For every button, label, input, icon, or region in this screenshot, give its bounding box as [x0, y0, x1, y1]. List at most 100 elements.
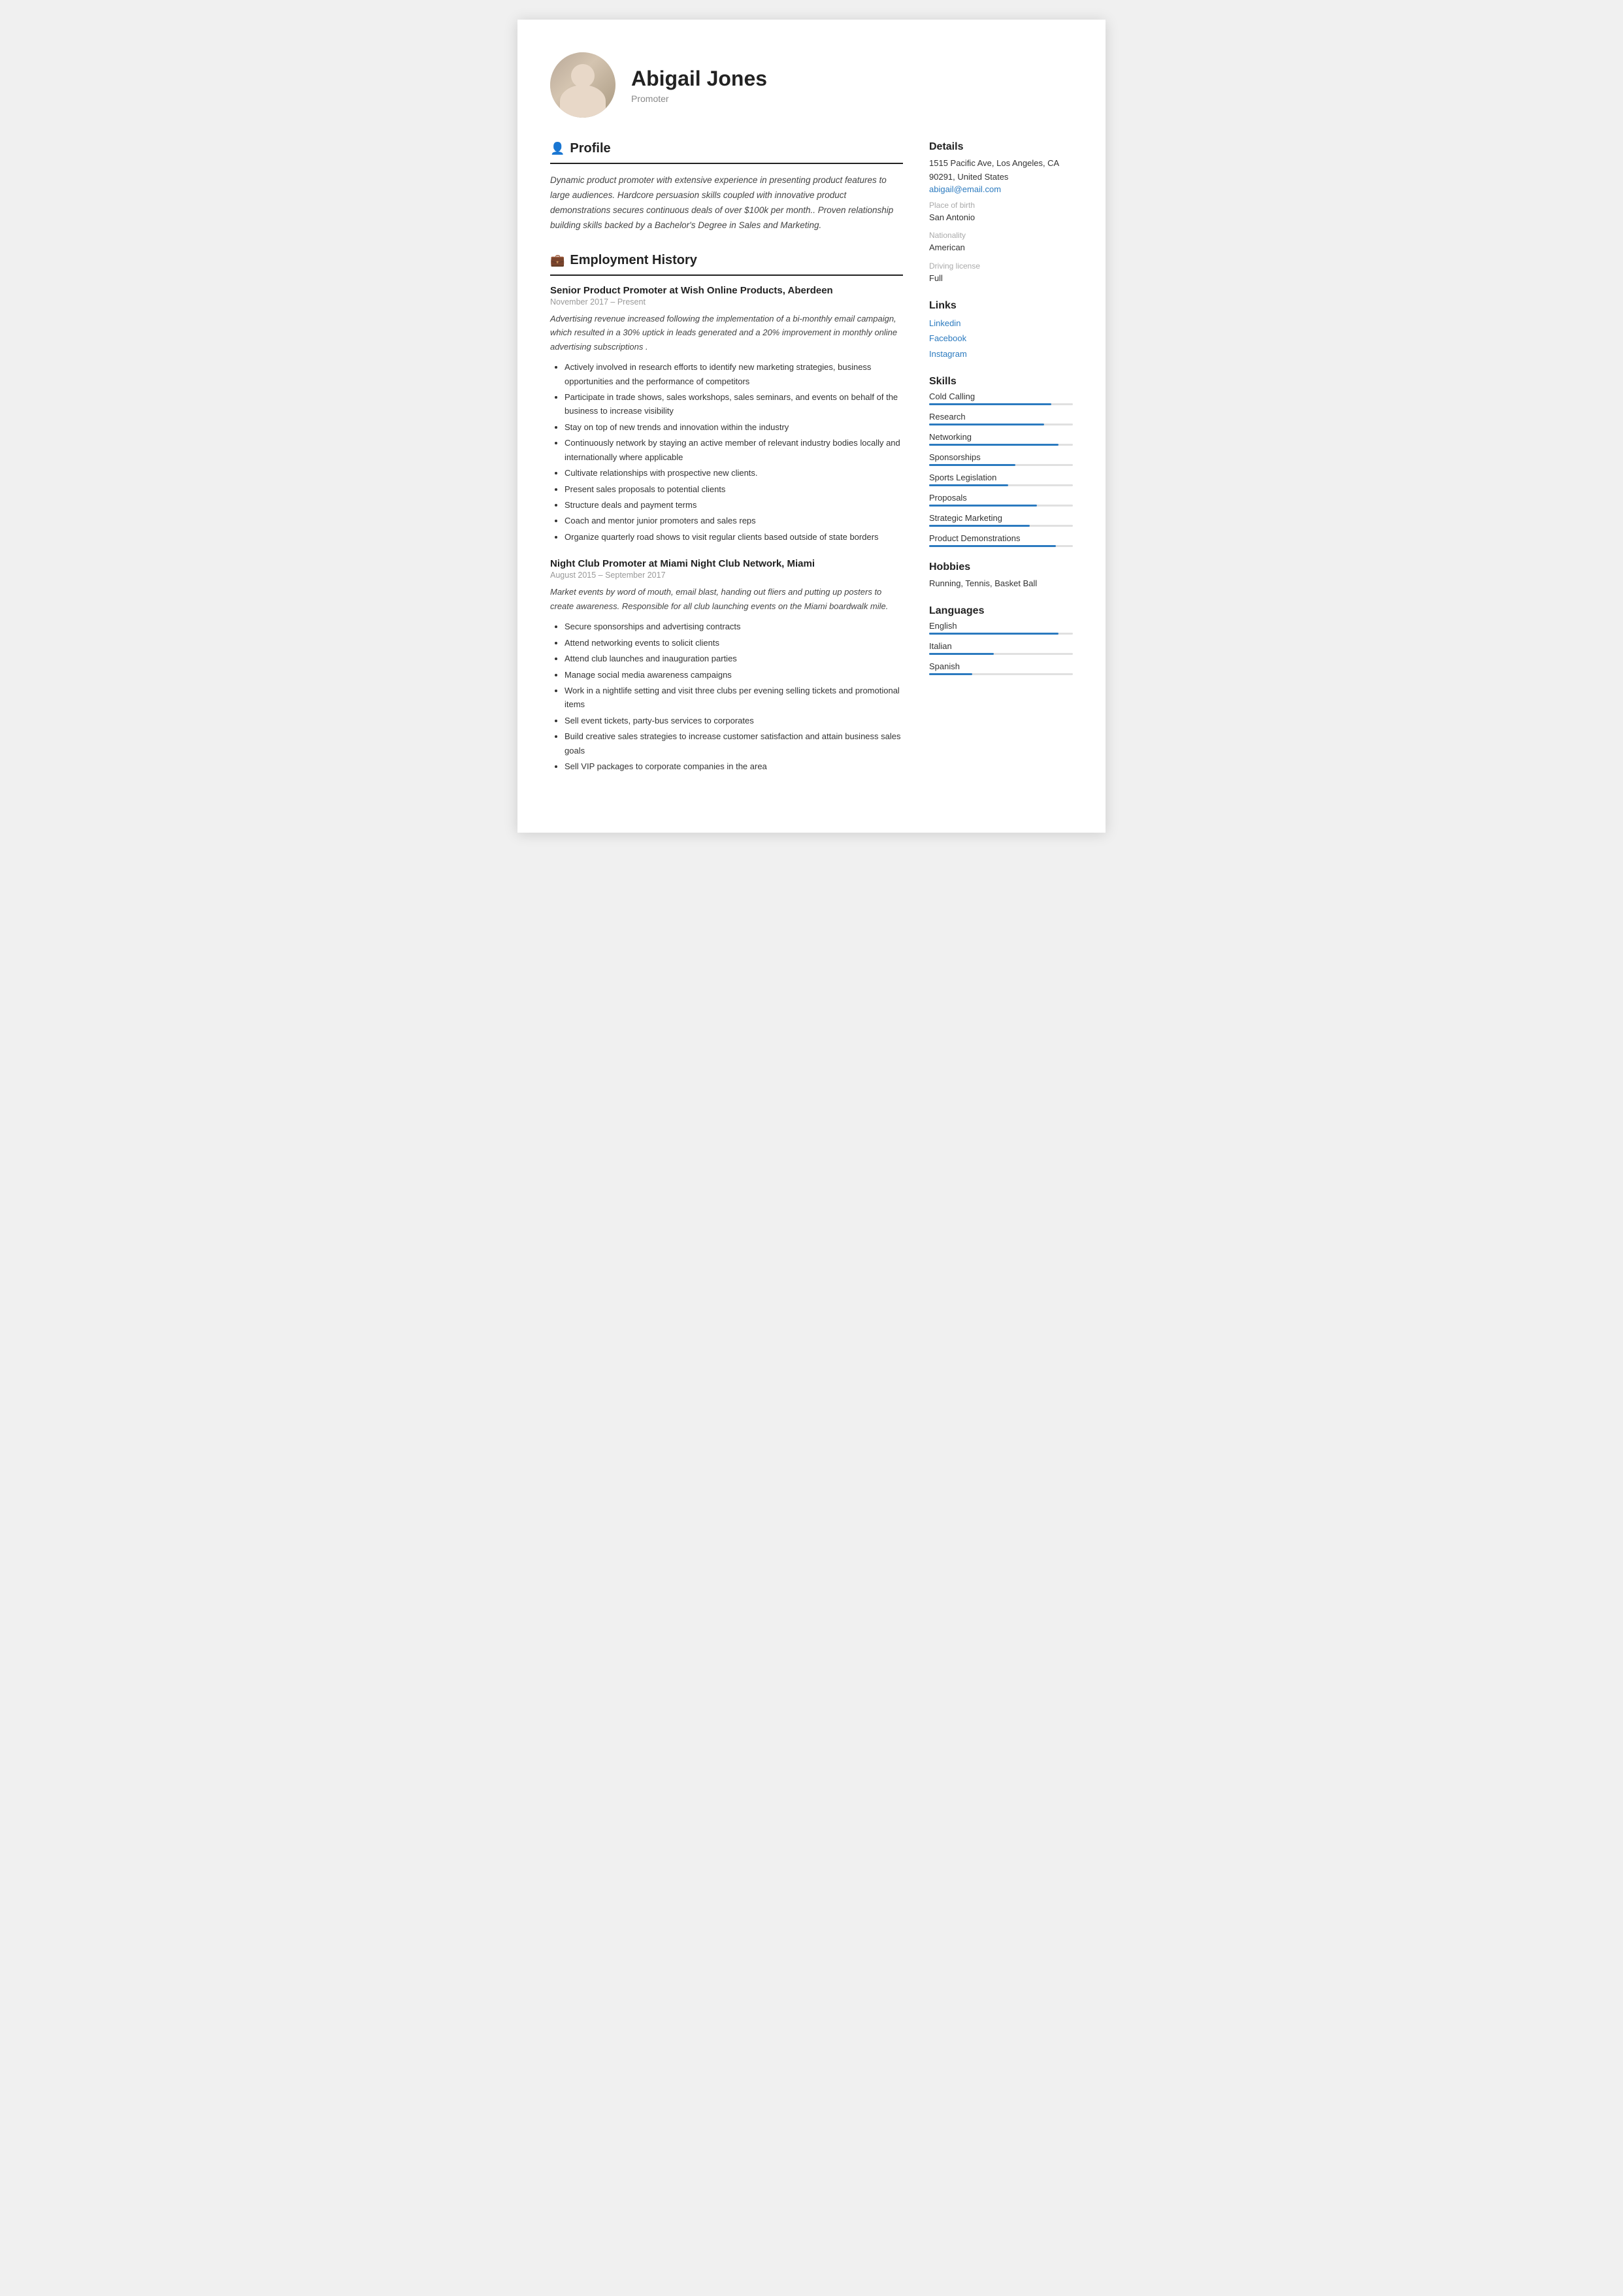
- job-2-dates: August 2015 – September 2017: [550, 571, 903, 580]
- skill-bar-fill: [929, 424, 1044, 425]
- list-item: Stay on top of new trends and innovation…: [565, 420, 903, 434]
- skill-bar-bg: [929, 545, 1073, 547]
- list-item: Sell VIP packages to corporate companies…: [565, 759, 903, 773]
- link-linkedin[interactable]: Linkedin: [929, 316, 1073, 331]
- hobbies-title: Hobbies: [929, 561, 1073, 573]
- profile-title: 👤 Profile: [550, 141, 903, 156]
- skill-bar-bg: [929, 525, 1073, 527]
- details-title: Details: [929, 141, 1073, 153]
- profile-text: Dynamic product promoter with extensive …: [550, 173, 903, 233]
- hobbies-section: Hobbies Running, Tennis, Basket Ball: [929, 561, 1073, 591]
- skill-bar-fill: [929, 484, 1008, 486]
- list-item: Attend networking events to solicit clie…: [565, 636, 903, 650]
- skill-bar-fill: [929, 505, 1037, 507]
- candidate-name: Abigail Jones: [631, 66, 767, 91]
- profile-section: 👤 Profile Dynamic product promoter with …: [550, 141, 903, 233]
- links-title: Links: [929, 300, 1073, 312]
- skill-bar-bg: [929, 424, 1073, 425]
- main-layout: 👤 Profile Dynamic product promoter with …: [550, 141, 1073, 793]
- skill-name: Strategic Marketing: [929, 513, 1073, 523]
- details-email[interactable]: abigail@email.com: [929, 184, 1073, 194]
- header-info: Abigail Jones Promoter: [631, 66, 767, 104]
- job-1-dates: November 2017 – Present: [550, 297, 903, 307]
- skill-item: Cold Calling: [929, 391, 1073, 405]
- language-name: English: [929, 621, 1073, 631]
- skill-item: Research: [929, 412, 1073, 425]
- skill-item: Networking: [929, 432, 1073, 446]
- skill-bar-fill: [929, 444, 1058, 446]
- right-column: Details 1515 Pacific Ave, Los Angeles, C…: [929, 141, 1073, 793]
- job-1-bullets: Actively involved in research efforts to…: [550, 360, 903, 544]
- list-item: Actively involved in research efforts to…: [565, 360, 903, 388]
- skill-bar-fill: [929, 464, 1015, 466]
- list-item: Build creative sales strategies to incre…: [565, 729, 903, 757]
- skill-name: Sports Legislation: [929, 473, 1073, 482]
- skills-section: Skills Cold Calling Research Networking …: [929, 376, 1073, 547]
- skill-item: Sponsorships: [929, 452, 1073, 466]
- language-item: English: [929, 621, 1073, 635]
- language-bar-fill: [929, 653, 994, 655]
- language-item: Spanish: [929, 661, 1073, 675]
- skill-bar-fill: [929, 525, 1030, 527]
- details-address: 1515 Pacific Ave, Los Angeles, CA 90291,…: [929, 157, 1073, 184]
- details-section: Details 1515 Pacific Ave, Los Angeles, C…: [929, 141, 1073, 286]
- skill-name: Networking: [929, 432, 1073, 442]
- list-item: Attend club launches and inauguration pa…: [565, 652, 903, 665]
- list-item: Work in a nightlife setting and visit th…: [565, 684, 903, 712]
- list-item: Manage social media awareness campaigns: [565, 668, 903, 682]
- skill-name: Research: [929, 412, 1073, 422]
- list-item: Present sales proposals to potential cli…: [565, 482, 903, 496]
- hobbies-text: Running, Tennis, Basket Ball: [929, 577, 1073, 591]
- nationality-label: Nationality: [929, 231, 1073, 240]
- list-item: Continuously network by staying an activ…: [565, 436, 903, 464]
- place-of-birth-label: Place of birth: [929, 201, 1073, 210]
- list-item: Participate in trade shows, sales worksh…: [565, 390, 903, 418]
- list-item: Secure sponsorships and advertising cont…: [565, 620, 903, 633]
- skill-name: Sponsorships: [929, 452, 1073, 462]
- language-name: Spanish: [929, 661, 1073, 671]
- job-1-title: Senior Product Promoter at Wish Online P…: [550, 285, 903, 296]
- skill-bar-bg: [929, 464, 1073, 466]
- skill-bar-fill: [929, 545, 1056, 547]
- skill-bar-fill: [929, 403, 1051, 405]
- resume-header: Abigail Jones Promoter: [550, 52, 1073, 118]
- languages-section: Languages English Italian Spanish: [929, 605, 1073, 675]
- avatar: [550, 52, 615, 118]
- skill-name: Product Demonstrations: [929, 533, 1073, 543]
- job-2-title: Night Club Promoter at Miami Night Club …: [550, 558, 903, 569]
- job-2: Night Club Promoter at Miami Night Club …: [550, 558, 903, 773]
- list-item: Sell event tickets, party-bus services t…: [565, 714, 903, 727]
- skill-item: Proposals: [929, 493, 1073, 507]
- skill-name: Proposals: [929, 493, 1073, 503]
- language-bar-fill: [929, 633, 1058, 635]
- skill-bar-bg: [929, 484, 1073, 486]
- language-bar-bg: [929, 653, 1073, 655]
- skill-bar-bg: [929, 444, 1073, 446]
- job-1-desc: Advertising revenue increased following …: [550, 312, 903, 354]
- list-item: Structure deals and payment terms: [565, 498, 903, 512]
- skill-item: Strategic Marketing: [929, 513, 1073, 527]
- profile-icon: 👤: [550, 142, 565, 156]
- job-2-desc: Market events by word of mouth, email bl…: [550, 585, 903, 613]
- link-instagram[interactable]: Instagram: [929, 346, 1073, 361]
- employment-section: 💼 Employment History Senior Product Prom…: [550, 253, 903, 774]
- languages-title: Languages: [929, 605, 1073, 617]
- skills-list: Cold Calling Research Networking Sponsor…: [929, 391, 1073, 547]
- skills-title: Skills: [929, 376, 1073, 388]
- job-2-bullets: Secure sponsorships and advertising cont…: [550, 620, 903, 773]
- list-item: Organize quarterly road shows to visit r…: [565, 530, 903, 544]
- driving-license-label: Driving license: [929, 261, 1073, 271]
- nationality-value: American: [929, 241, 1073, 255]
- language-bar-bg: [929, 673, 1073, 675]
- list-item: Cultivate relationships with prospective…: [565, 466, 903, 480]
- candidate-subtitle: Promoter: [631, 93, 767, 104]
- skill-item: Product Demonstrations: [929, 533, 1073, 547]
- skill-bar-bg: [929, 403, 1073, 405]
- language-bar-bg: [929, 633, 1073, 635]
- left-column: 👤 Profile Dynamic product promoter with …: [550, 141, 903, 793]
- driving-license-value: Full: [929, 272, 1073, 286]
- employment-divider: [550, 275, 903, 276]
- skill-item: Sports Legislation: [929, 473, 1073, 486]
- link-facebook[interactable]: Facebook: [929, 331, 1073, 346]
- skill-bar-bg: [929, 505, 1073, 507]
